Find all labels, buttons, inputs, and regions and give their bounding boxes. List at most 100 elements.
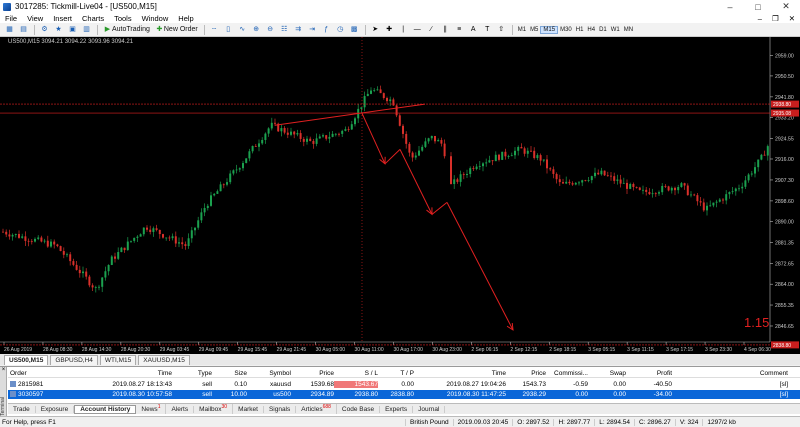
channel-button[interactable]: ∥	[439, 24, 452, 36]
candle-body	[152, 228, 155, 232]
header-order[interactable]: Order	[8, 370, 82, 377]
chart-tab-wti[interactable]: WTI,M15	[99, 355, 137, 365]
menu-tools[interactable]: Tools	[109, 14, 137, 23]
timeframe-w1[interactable]: W1	[609, 27, 622, 33]
header-symbol[interactable]: Symbol	[247, 370, 291, 377]
header-comment[interactable]: Comment	[672, 370, 800, 377]
timeframe-mn[interactable]: MN	[622, 27, 635, 33]
tab-trade[interactable]: Trade	[8, 405, 36, 413]
child-minimize-icon[interactable]: –	[753, 14, 767, 23]
autotrading-button[interactable]: ▶ AutoTrading	[101, 24, 152, 36]
profiles-icon: ▤	[20, 26, 27, 33]
menu-help[interactable]: Help	[173, 14, 198, 23]
auto-scroll-button[interactable]: ⇉	[292, 24, 305, 36]
table-row[interactable]: 3030597 2019.08.30 10:57:58 sell 10.00 u…	[8, 390, 800, 399]
candle-body	[174, 236, 177, 244]
chart-tab-us500[interactable]: US500,M15	[4, 355, 49, 365]
candle-chart-button[interactable]: ▯	[222, 24, 235, 36]
templates-button[interactable]: ▩	[348, 24, 361, 36]
candle-body	[66, 254, 68, 256]
status-open: O: 2897.52	[512, 418, 553, 426]
text-button[interactable]: A	[467, 24, 480, 36]
header-open-price[interactable]: Price	[291, 370, 334, 377]
line-chart-button[interactable]: ∿	[236, 24, 249, 36]
cursor-icon: ➤	[372, 26, 379, 33]
timeframe-m1[interactable]: M1	[516, 27, 528, 33]
tab-code-base[interactable]: Code Base	[337, 405, 381, 413]
zoom-in-button[interactable]: ⊕	[250, 24, 263, 36]
header-sl[interactable]: S / L	[334, 370, 378, 377]
header-type[interactable]: Type	[172, 370, 212, 377]
child-close-icon[interactable]: ✕	[784, 14, 800, 23]
menu-charts[interactable]: Charts	[77, 14, 109, 23]
label-button[interactable]: T	[481, 24, 494, 36]
periods-button[interactable]: ◷	[334, 24, 347, 36]
header-close-time[interactable]: Time	[414, 370, 506, 377]
menu-window[interactable]: Window	[137, 14, 174, 23]
navigator-button[interactable]: ★	[52, 24, 65, 36]
cell-commission: 0.00	[575, 391, 588, 398]
header-commission[interactable]: Commissi...	[546, 370, 588, 377]
chart-tab-xauusd[interactable]: XAUUSD,M15	[138, 355, 190, 365]
minimize-icon[interactable]: –	[716, 2, 744, 12]
cell-symbol: us500	[273, 391, 291, 398]
header-open-time[interactable]: Time	[82, 370, 172, 377]
tab-account-history[interactable]: Account History	[74, 404, 137, 414]
candle-body	[507, 156, 510, 157]
menu-view[interactable]: View	[22, 14, 48, 23]
candle-body	[392, 99, 395, 106]
tab-signals[interactable]: Signals	[264, 405, 297, 413]
timeframe-d1[interactable]: D1	[597, 27, 609, 33]
fibo-button[interactable]: ≡	[453, 24, 466, 36]
candle-body	[168, 237, 171, 239]
candle-body	[149, 229, 152, 232]
tab-mailbox[interactable]: Mailbox30	[194, 404, 234, 414]
strategy-tester-button[interactable]: ▥	[80, 24, 93, 36]
tab-alerts[interactable]: Alerts	[166, 405, 195, 413]
child-restore-icon[interactable]: ❐	[767, 14, 784, 23]
tab-news[interactable]: News1	[136, 404, 167, 414]
tab-articles[interactable]: Articles688	[296, 404, 337, 414]
table-row[interactable]: 2815981 2019.08.27 18:13:43 sell 0.10 xa…	[8, 380, 800, 389]
tab-market[interactable]: Market	[233, 405, 264, 413]
maximize-icon[interactable]: □	[744, 2, 772, 12]
header-close-price[interactable]: Price	[506, 370, 546, 377]
chart-tab-gbpusd[interactable]: GBPUSD,H4	[50, 355, 98, 365]
header-size[interactable]: Size	[212, 370, 247, 377]
menu-insert[interactable]: Insert	[48, 14, 77, 23]
header-swap[interactable]: Swap	[588, 370, 626, 377]
tab-experts[interactable]: Experts	[380, 405, 414, 413]
vertical-line-button[interactable]: |	[397, 24, 410, 36]
zoom-out-button[interactable]: ⊖	[264, 24, 277, 36]
profiles-button[interactable]: ▤	[17, 24, 30, 36]
arrows-button[interactable]: ⇧	[495, 24, 508, 36]
tab-journal[interactable]: Journal	[413, 405, 446, 413]
new-order-button[interactable]: ✚ New Order	[153, 24, 200, 36]
timeframe-m30[interactable]: M30	[558, 27, 574, 33]
cursor-button[interactable]: ➤	[369, 24, 382, 36]
close-icon[interactable]: ✕	[772, 1, 800, 12]
chart-shift-button[interactable]: ⇥	[306, 24, 319, 36]
horizontal-line-button[interactable]: —	[411, 24, 424, 36]
timeframe-h4[interactable]: H4	[585, 27, 597, 33]
crosshair-button[interactable]: ✚	[383, 24, 396, 36]
timeframe-m5[interactable]: M5	[528, 27, 540, 33]
header-profit[interactable]: Profit	[626, 370, 672, 377]
status-profile[interactable]: British Pound	[405, 418, 453, 426]
timeframe-h1[interactable]: H1	[574, 27, 586, 33]
chart-background	[0, 37, 800, 354]
price-chart[interactable]: 2959.002950.502941.802933.202924.552916.…	[0, 37, 800, 354]
tile-windows-button[interactable]: ☷	[278, 24, 291, 36]
tab-exposure[interactable]: Exposure	[36, 405, 75, 413]
header-tp[interactable]: T / P	[378, 370, 414, 377]
timeframe-m15[interactable]: M15	[540, 25, 559, 34]
trendline-button[interactable]: ∕	[425, 24, 438, 36]
menu-file[interactable]: File	[0, 14, 22, 23]
bar-chart-button[interactable]: ┄	[208, 24, 221, 36]
indicators-button[interactable]: ƒ	[320, 24, 333, 36]
market-watch-button[interactable]: ⚙	[38, 24, 51, 36]
terminal-close-icon[interactable]: ×	[0, 367, 7, 373]
chart-window[interactable]: 2959.00 2950.50 2941.80 2933.20 2924.55 2916.…	[0, 37, 800, 354]
terminal-button[interactable]: ▣	[66, 24, 79, 36]
new-chart-button[interactable]: ▦	[3, 24, 16, 36]
